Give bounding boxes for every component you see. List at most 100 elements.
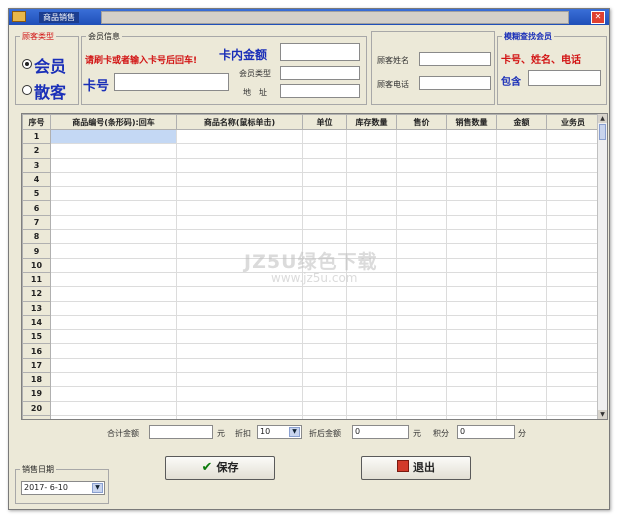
table-cell[interactable] (496, 314, 547, 331)
table-cell[interactable] (346, 200, 397, 216)
table-cell[interactable] (496, 357, 547, 374)
table-cell[interactable] (302, 186, 347, 202)
table-cell[interactable] (302, 314, 347, 331)
table-cell[interactable] (176, 400, 303, 416)
sale-date-picker[interactable]: 2017- 6-10 ▼ (21, 481, 105, 495)
table-cell[interactable] (396, 372, 447, 388)
table-row[interactable]: 6 (22, 200, 600, 216)
table-cell[interactable] (302, 229, 347, 245)
table-cell[interactable] (302, 286, 347, 302)
table-cell[interactable] (396, 186, 447, 202)
customer-phone-input[interactable] (419, 76, 491, 90)
table-cell[interactable] (346, 286, 397, 302)
table-row[interactable]: 12 (22, 286, 600, 302)
chevron-down-icon[interactable]: ▼ (289, 427, 300, 437)
table-row[interactable]: 18 (22, 372, 600, 388)
table-cell[interactable] (446, 171, 497, 188)
table-row[interactable]: 21 (22, 414, 600, 419)
table-cell[interactable] (50, 286, 177, 302)
table-cell[interactable] (176, 314, 303, 331)
table-cell[interactable] (176, 343, 303, 359)
table-cell[interactable] (396, 357, 447, 374)
table-cell[interactable] (346, 329, 397, 345)
table-cell[interactable] (176, 200, 303, 216)
table-cell[interactable] (446, 329, 497, 345)
table-cell[interactable] (396, 414, 447, 419)
table-cell[interactable] (302, 200, 347, 216)
table-cell[interactable] (176, 357, 303, 374)
table-cell[interactable] (496, 414, 547, 419)
table-cell[interactable] (546, 157, 600, 173)
table-cell[interactable] (546, 414, 600, 419)
table-cell[interactable] (446, 300, 497, 316)
table-cell[interactable] (446, 314, 497, 331)
table-row[interactable]: 14 (22, 314, 600, 331)
table-cell[interactable] (546, 271, 600, 288)
table-cell[interactable] (176, 128, 303, 145)
table-cell[interactable] (496, 300, 547, 316)
table-cell[interactable] (346, 314, 397, 331)
table-cell[interactable] (346, 186, 397, 202)
table-row[interactable]: 1 (22, 128, 600, 145)
table-cell[interactable] (396, 271, 447, 288)
table-cell[interactable] (176, 300, 303, 316)
table-cell[interactable] (496, 372, 547, 388)
table-row[interactable]: 15 (22, 329, 600, 345)
table-cell[interactable] (50, 257, 177, 273)
table-cell[interactable] (302, 386, 347, 402)
table-cell[interactable] (396, 300, 447, 316)
table-cell[interactable] (346, 343, 397, 359)
table-cell[interactable] (446, 343, 497, 359)
table-row[interactable]: 4 (22, 171, 600, 188)
table-cell[interactable] (446, 243, 497, 259)
table-cell[interactable] (396, 200, 447, 216)
table-cell[interactable] (346, 372, 397, 388)
column-header[interactable]: 商品编号(条形码):回车 (50, 114, 177, 130)
table-cell[interactable] (546, 286, 600, 302)
table-cell[interactable] (546, 400, 600, 416)
table-cell[interactable] (302, 372, 347, 388)
table-cell[interactable] (50, 414, 177, 419)
table-cell[interactable] (546, 143, 600, 159)
table-cell[interactable] (176, 372, 303, 388)
table-cell[interactable] (346, 214, 397, 231)
table-cell[interactable] (50, 329, 177, 345)
table-cell[interactable] (446, 186, 497, 202)
table-cell[interactable] (546, 300, 600, 316)
table-row[interactable]: 2 (22, 143, 600, 159)
table-cell[interactable] (346, 300, 397, 316)
table-cell[interactable] (546, 386, 600, 402)
table-cell[interactable] (50, 214, 177, 231)
table-cell[interactable] (546, 214, 600, 231)
table-cell[interactable] (396, 386, 447, 402)
close-button[interactable]: ✕ (591, 11, 605, 24)
table-cell[interactable] (302, 400, 347, 416)
table-cell[interactable] (50, 372, 177, 388)
table-cell[interactable] (396, 286, 447, 302)
table-cell[interactable] (50, 300, 177, 316)
column-header[interactable]: 业务员 (546, 114, 600, 130)
table-cell[interactable] (446, 286, 497, 302)
save-button[interactable]: ✔ 保存 (165, 456, 275, 480)
walkin-radio[interactable] (22, 85, 32, 95)
table-cell[interactable] (446, 414, 497, 419)
table-cell[interactable] (446, 400, 497, 416)
table-cell[interactable] (50, 229, 177, 245)
table-cell[interactable] (496, 329, 547, 345)
table-cell[interactable] (496, 343, 547, 359)
table-row[interactable]: 5 (22, 186, 600, 202)
contains-input[interactable] (528, 70, 601, 86)
column-header[interactable]: 单位 (302, 114, 347, 130)
table-cell[interactable] (496, 157, 547, 173)
table-cell[interactable] (302, 157, 347, 173)
walkin-radio-label[interactable]: 散客 (34, 79, 66, 103)
column-header[interactable]: 售价 (396, 114, 447, 130)
table-cell[interactable] (346, 357, 397, 374)
table-cell[interactable] (546, 257, 600, 273)
table-cell[interactable] (176, 414, 303, 419)
table-row[interactable]: 20 (22, 400, 600, 416)
table-row[interactable]: 13 (22, 300, 600, 316)
table-cell[interactable] (396, 157, 447, 173)
table-cell[interactable] (496, 143, 547, 159)
column-header[interactable]: 销售数量 (446, 114, 497, 130)
